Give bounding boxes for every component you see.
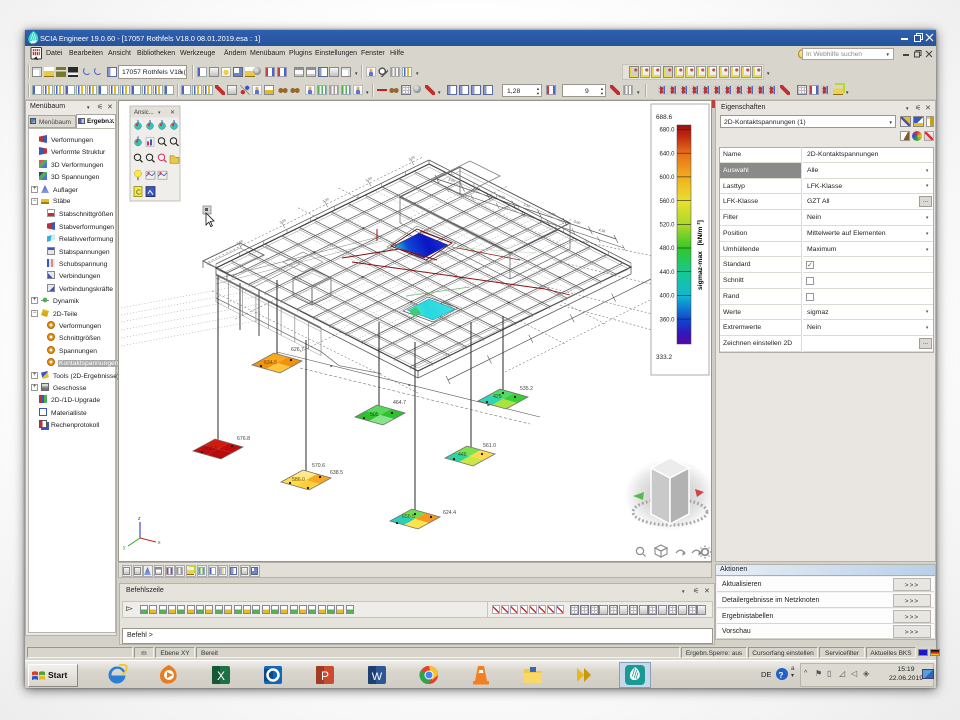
svg-text:688.6: 688.6 bbox=[656, 114, 672, 121]
svg-text:✕: ✕ bbox=[170, 110, 175, 116]
svg-text:640.0: 640.0 bbox=[659, 151, 675, 157]
svg-text:C: C bbox=[136, 190, 141, 197]
svg-text:464.7: 464.7 bbox=[393, 400, 406, 406]
svg-text:3.50: 3.50 bbox=[365, 176, 373, 183]
svg-text:560.0: 560.0 bbox=[659, 199, 675, 205]
svg-text:y: y bbox=[123, 545, 126, 551]
svg-text:668.6: 668.6 bbox=[204, 446, 217, 452]
svg-text:333.2: 333.2 bbox=[656, 354, 672, 361]
svg-text:3.50: 3.50 bbox=[279, 218, 287, 225]
svg-text:425: 425 bbox=[493, 394, 502, 400]
svg-text:570.6: 570.6 bbox=[312, 463, 325, 469]
svg-text:P: P bbox=[321, 669, 329, 683]
svg-text:W: W bbox=[372, 671, 383, 683]
svg-text:638.5: 638.5 bbox=[330, 470, 343, 476]
svg-text:3.50: 3.50 bbox=[322, 197, 330, 204]
svg-text:4.36: 4.36 bbox=[598, 228, 606, 234]
svg-text:446: 446 bbox=[458, 452, 467, 458]
svg-text:sigmaz-max [kN/m ²]: sigmaz-max [kN/m ²] bbox=[697, 220, 704, 290]
svg-text:400.0: 400.0 bbox=[659, 294, 675, 300]
svg-text:480.0: 480.0 bbox=[659, 246, 675, 252]
svg-text:3.50: 3.50 bbox=[408, 155, 416, 162]
svg-text:586.0: 586.0 bbox=[292, 477, 305, 483]
svg-text:520.0: 520.0 bbox=[659, 223, 675, 229]
svg-text:z: z bbox=[138, 516, 141, 522]
svg-text:656.5: 656.5 bbox=[402, 514, 415, 520]
svg-text:624.4: 624.4 bbox=[443, 510, 456, 516]
svg-text:X: X bbox=[217, 669, 225, 683]
svg-text:Ansic...: Ansic... bbox=[134, 110, 154, 116]
svg-text:440.0: 440.0 bbox=[659, 270, 675, 276]
svg-text:505: 505 bbox=[370, 412, 379, 418]
svg-text:600.0: 600.0 bbox=[659, 175, 675, 181]
svg-text:626.7: 626.7 bbox=[291, 347, 304, 353]
svg-text:360.0: 360.0 bbox=[659, 317, 675, 323]
svg-text:634.5: 634.5 bbox=[264, 360, 277, 366]
svg-text:676.8: 676.8 bbox=[237, 436, 250, 442]
svg-text:561.0: 561.0 bbox=[483, 443, 496, 449]
svg-text:535.2: 535.2 bbox=[520, 386, 533, 392]
svg-text:3.00: 3.00 bbox=[573, 219, 581, 225]
svg-text:680.0: 680.0 bbox=[659, 128, 675, 134]
svg-text:x: x bbox=[158, 540, 161, 546]
